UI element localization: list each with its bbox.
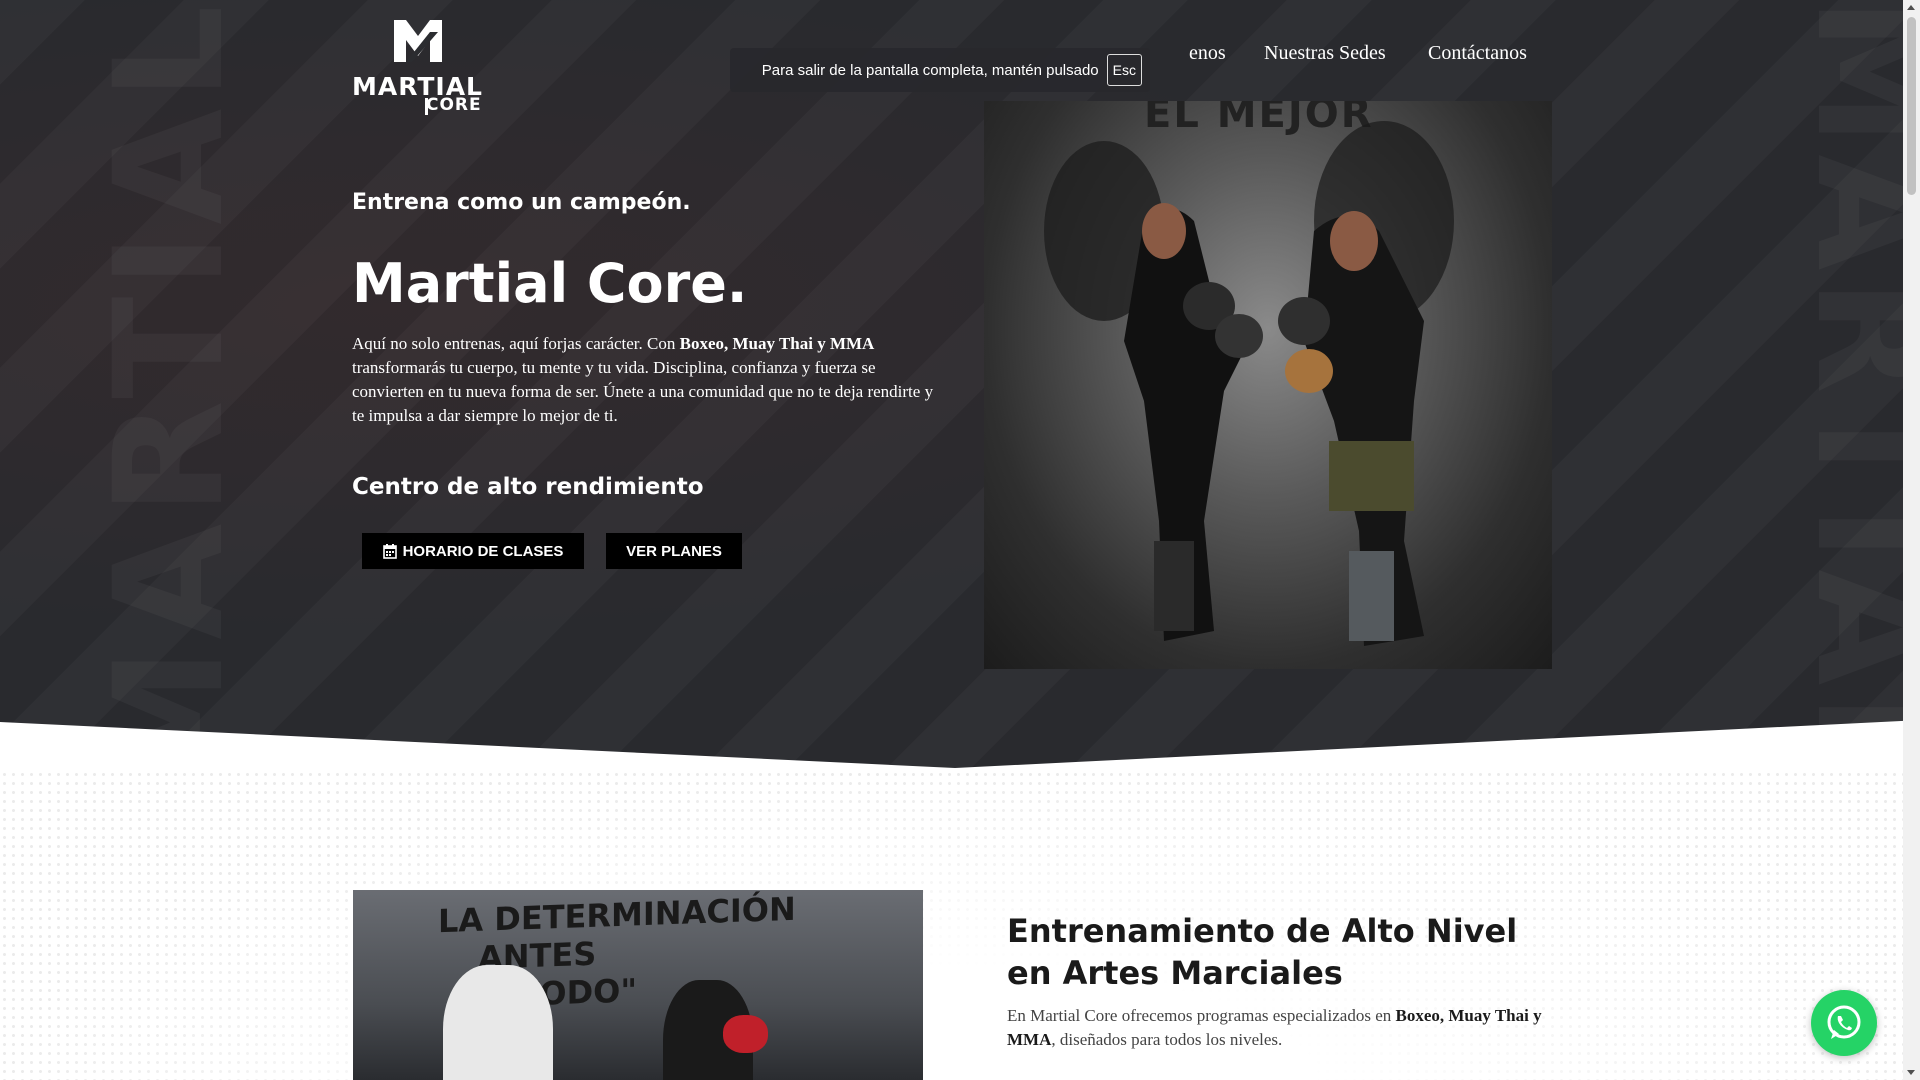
site-logo[interactable]: MARTIAL CORE [352, 18, 486, 115]
hero-intro-start: Aquí no solo entrenas, aquí forjas carác… [352, 334, 680, 353]
training-section-text: En Martial Core ofrecemos programas espe… [1007, 1004, 1547, 1052]
fullscreen-notice-text: Para salir de la pantalla completa, mant… [761, 61, 1099, 79]
whatsapp-icon [1827, 1005, 1861, 1039]
scroll-up-arrow-icon[interactable] [1907, 5, 1915, 10]
nav-item-nuestras-sedes[interactable]: Nuestras Sedes [1264, 42, 1386, 65]
hero-subtitle: Entrena como un campeón. [352, 190, 691, 215]
view-plans-button-label: VER PLANES [626, 542, 722, 560]
hero-title: Martial Core. [352, 252, 748, 315]
logo-text-core: CORE [426, 95, 482, 115]
class-schedule-button[interactable]: HORARIO DE CLASES [362, 533, 584, 569]
hero-section: MARTIAL MARTIAL [0, 0, 1920, 768]
punching-bag-white [443, 965, 553, 1080]
fullscreen-esc-key: Esc [1106, 54, 1142, 86]
training-text-start: En Martial Core ofrecemos programas espe… [1007, 1006, 1396, 1025]
scrollbar-thumb[interactable] [1907, 17, 1916, 195]
training-photo: LA DETERMINACIÓN ANTES DE TODO" [353, 890, 923, 1080]
fullscreen-notice: Para salir de la pantalla completa, mant… [730, 48, 1150, 92]
hero-intro: Aquí no solo entrenas, aquí forjas carác… [352, 332, 937, 428]
fighters-illustration [1044, 121, 1454, 646]
world-map-dots-background [0, 770, 1920, 1080]
hero-section-label: Centro de alto rendimiento [352, 474, 704, 500]
hero-watermark-right: MARTIAL [1783, 0, 1920, 768]
hero-intro-end: transformarás tu cuerpo, tu mente y tu v… [352, 358, 934, 425]
view-plans-button[interactable]: VER PLANES [606, 533, 742, 569]
boxing-glove [723, 1015, 768, 1053]
nav-item-nosotros[interactable]: enos [1189, 42, 1226, 65]
calendar-icon [382, 543, 397, 559]
whatsapp-button[interactable] [1811, 990, 1877, 1056]
hero-fighters-photo: EL MEJOR [984, 101, 1552, 669]
hero-intro-disciplines: Boxeo, Muay Thai y MMA [679, 334, 875, 353]
hero-watermark-left: MARTIAL [83, 0, 257, 768]
training-section-title: Entrenamiento de Alto Nivel en Artes Mar… [1007, 912, 1518, 992]
hero-background-pattern [0, 0, 1920, 768]
vertical-scrollbar[interactable] [1903, 0, 1920, 1080]
scroll-down-arrow-icon[interactable] [1907, 1070, 1915, 1075]
training-text-end: , diseñados para todos los niveles. [1051, 1030, 1283, 1049]
class-schedule-button-label: HORARIO DE CLASES [402, 542, 564, 560]
martial-core-logo-mark [394, 20, 442, 62]
nav-item-contactanos[interactable]: Contáctanos [1428, 42, 1527, 65]
